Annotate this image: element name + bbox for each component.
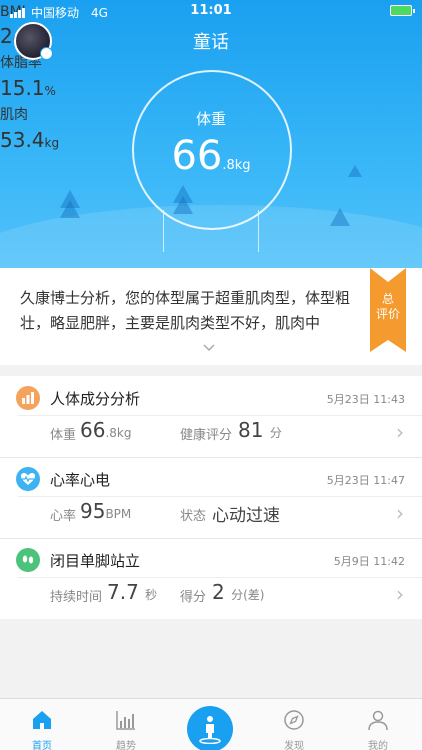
- record-card-body-composition[interactable]: 人体成分分析 5月23日 11:43 体重 66.8kg 健康评分 81 分 ›: [0, 376, 422, 457]
- item-label: 持续时间: [50, 590, 103, 605]
- card-title: 人体成分分析: [50, 390, 141, 408]
- tab-label: 趋势: [116, 741, 136, 750]
- card-date: 5月23日 11:47: [326, 474, 405, 487]
- tree-decoration: [330, 208, 350, 226]
- weight-integer: 66: [171, 133, 223, 179]
- tab-me[interactable]: 我的: [336, 699, 420, 750]
- item-value: 心动过速: [212, 506, 280, 526]
- card-title: 心率心电: [50, 471, 111, 489]
- tab-label: 发现: [284, 741, 304, 750]
- weight-fraction: .8kg: [222, 158, 251, 173]
- tab-label: 我的: [368, 741, 388, 750]
- item-label: 健康评分: [180, 428, 233, 443]
- tab-label: 首页: [32, 741, 52, 750]
- card-date: 5月23日 11:43: [326, 393, 405, 406]
- item-label: 得分: [180, 590, 207, 605]
- measure-button[interactable]: [187, 706, 233, 750]
- tree-decoration: [60, 200, 80, 218]
- ribbon-text-2: 评价: [375, 307, 400, 321]
- weight-label: 体重: [195, 110, 226, 128]
- status-bar: 中国移动 4G 11:01: [0, 0, 422, 22]
- analysis-text: 久康博士分析，您的体型属于超重肌肉型，体型粗壮，略显肥胖，主要是肌肉类型不好，肌…: [20, 289, 351, 332]
- battery-icon: [390, 5, 415, 16]
- page-title: 童话: [193, 32, 229, 53]
- hero-panel: 中国移动 4G 11:01 童话 体重 66.8kg BMI 24.2 体脂率 …: [0, 0, 422, 268]
- item-unit: 秒: [145, 588, 158, 602]
- chevron-right-icon[interactable]: ›: [396, 420, 404, 444]
- tab-discover[interactable]: 发现: [252, 699, 336, 750]
- home-icon: [33, 711, 51, 729]
- record-card-balance[interactable]: 闭目单脚站立 5月9日 11:42 持续时间 7.7 秒 得分 2 分(差) ›: [0, 538, 422, 619]
- item-unit: 分(差): [231, 588, 265, 602]
- item-unit: 分: [269, 426, 282, 440]
- chevron-right-icon[interactable]: ›: [396, 501, 404, 525]
- item-label: 体重: [50, 428, 77, 443]
- item-value: 2: [212, 580, 225, 604]
- expand-chevron-icon[interactable]: [203, 342, 215, 355]
- item-value: 7.7: [107, 580, 139, 604]
- record-card-heart-rate[interactable]: 心率心电 5月23日 11:47 心率 95BPM 状态 心动过速 ›: [0, 457, 422, 538]
- tab-trend[interactable]: 趋势: [84, 699, 168, 750]
- records-list: 人体成分分析 5月23日 11:43 体重 66.8kg 健康评分 81 分 ›…: [0, 376, 422, 619]
- chevron-right-icon[interactable]: ›: [396, 582, 404, 606]
- analysis-panel[interactable]: 久康博士分析，您的体型属于超重肌肉型，体型粗壮，略显肥胖，主要是肌肉类型不好，肌…: [0, 268, 422, 365]
- body-analysis-icon: [16, 386, 40, 410]
- metric-unit: %: [44, 84, 56, 98]
- metric-divider: [258, 210, 259, 252]
- item-value: 66: [80, 418, 106, 442]
- heart-rate-icon: [16, 467, 40, 491]
- user-icon: [368, 710, 388, 731]
- compass-icon: [284, 710, 304, 730]
- metric-value: 15.1: [0, 76, 45, 100]
- trend-chart-icon: [116, 711, 135, 730]
- item-unit: BPM: [105, 507, 132, 521]
- item-label: 状态: [180, 509, 207, 524]
- ribbon-text-1: 总: [381, 292, 394, 306]
- footprint-icon: [16, 548, 40, 572]
- item-unit: .8kg: [105, 426, 132, 440]
- card-title: 闭目单脚站立: [50, 552, 141, 570]
- item-label: 心率: [50, 509, 77, 524]
- metric-divider: [163, 210, 164, 252]
- overall-rating-ribbon[interactable]: 总 评价: [370, 268, 406, 352]
- weight-value: 66.8kg: [0, 133, 422, 179]
- item-value: 81: [238, 418, 264, 442]
- tab-home[interactable]: 首页: [0, 699, 84, 750]
- metric-label: 体脂率: [0, 55, 42, 71]
- card-date: 5月9日 11:42: [333, 555, 405, 568]
- item-value: 95: [80, 499, 106, 523]
- status-time: 11:01: [190, 3, 232, 18]
- person-scale-icon: [199, 716, 221, 744]
